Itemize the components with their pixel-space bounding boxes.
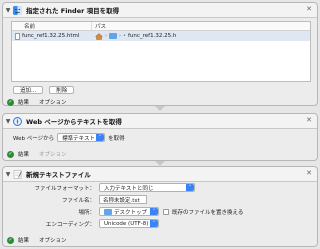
text-format-value: 標準テキスト bbox=[62, 135, 95, 142]
text-format-prefix: Web ページから bbox=[13, 135, 55, 142]
row-path-end: func_ref1.32.25.h bbox=[127, 33, 177, 39]
close-icon[interactable]: ✕ bbox=[306, 5, 312, 13]
replace-existing-label: 既存のファイルを置き換える bbox=[172, 210, 244, 216]
html-file-icon bbox=[15, 32, 20, 40]
results-tab[interactable]: 結果 bbox=[18, 150, 29, 158]
safari-icon bbox=[13, 116, 22, 126]
path-ellipsis: • bbox=[123, 33, 126, 39]
text-format-row: Web ページから 標準テキスト ⌃ を取得 bbox=[13, 133, 125, 142]
chevron-down-icon: ⌃ bbox=[150, 208, 158, 215]
file-format-popup[interactable]: 入力テキストと同じ ⌃ bbox=[99, 183, 195, 192]
action-title: 新規テキストファイル bbox=[26, 171, 91, 179]
chevron-down-icon: ⌃ bbox=[96, 134, 105, 141]
row-name: func_ref1.32.25.html bbox=[22, 33, 80, 39]
action-title: Web ページからテキストを取得 bbox=[26, 118, 122, 126]
disclosure-triangle-icon[interactable]: ▼ bbox=[3, 171, 13, 178]
close-icon[interactable]: ✕ bbox=[306, 116, 312, 124]
options-tab[interactable]: オプション bbox=[39, 98, 67, 106]
finder-items-table[interactable]: 名前 パス func_ref1.32.25.html › › • func_re… bbox=[11, 21, 311, 82]
file-format-label: ファイルフォーマット： bbox=[34, 186, 95, 192]
action-header[interactable]: ▼ 指定された Finder 項目を取得 ✕ bbox=[3, 3, 317, 18]
path-separator-icon: › bbox=[105, 33, 107, 39]
column-header-path[interactable]: パス bbox=[92, 22, 310, 30]
disclosure-triangle-icon[interactable]: ▼ bbox=[3, 7, 13, 14]
results-tab[interactable]: 結果 bbox=[18, 98, 29, 106]
desktop-folder-icon bbox=[104, 208, 112, 215]
row-path-cell: › › • func_ref1.32.25.h bbox=[92, 32, 310, 40]
close-icon[interactable]: ✕ bbox=[306, 169, 312, 177]
table-buttons: 追加... 削除 bbox=[13, 86, 75, 94]
checkmark-icon: ✓ bbox=[7, 236, 14, 244]
column-header-name[interactable]: 名前 bbox=[12, 22, 92, 30]
action-footer: ✓ 結果 オプション bbox=[3, 97, 67, 107]
chevron-down-icon: ⌃ bbox=[186, 184, 194, 191]
action-footer: ✓ 結果 オプション bbox=[3, 235, 67, 245]
text-format-suffix: を取得 bbox=[108, 135, 125, 142]
replace-existing-checkbox[interactable] bbox=[163, 209, 169, 215]
action-footer: ✓ 結果 オプション bbox=[3, 149, 67, 159]
add-button[interactable]: 追加... bbox=[13, 86, 44, 94]
checkmark-icon: ✓ bbox=[7, 98, 14, 106]
table-row[interactable]: func_ref1.32.25.html › › • func_ref1.32.… bbox=[12, 31, 310, 41]
action-new-text-file[interactable]: ▼ 新規テキストファイル ✕ ファイルフォーマット： 入力テキストと同じ ⌃ フ… bbox=[2, 166, 318, 247]
textedit-icon bbox=[13, 169, 22, 179]
results-tab[interactable]: 結果 bbox=[18, 236, 29, 244]
encoding-value: Unicode (UTF-8) bbox=[104, 220, 149, 227]
remove-button[interactable]: 削除 bbox=[49, 86, 75, 94]
file-format-value: 入力テキストと同じ bbox=[104, 185, 154, 192]
disclosure-triangle-icon[interactable]: ▼ bbox=[3, 118, 13, 125]
options-tab[interactable]: オプション bbox=[39, 150, 67, 158]
finder-icon bbox=[13, 5, 22, 15]
action-get-finder-items[interactable]: ▼ 指定された Finder 項目を取得 ✕ 名前 パス func_ref1.3… bbox=[2, 2, 318, 106]
checkmark-icon: ✓ bbox=[7, 150, 14, 158]
action-header[interactable]: ▼ 新規テキストファイル ✕ bbox=[3, 167, 317, 182]
replace-existing-row: 既存のファイルを置き換える bbox=[163, 208, 243, 216]
location-label: 場所： bbox=[78, 210, 95, 216]
encoding-popup[interactable]: Unicode (UTF-8) ⌃ bbox=[99, 219, 159, 228]
workflow-connector bbox=[155, 106, 165, 111]
options-tab[interactable]: オプション bbox=[39, 236, 67, 244]
chevron-down-icon: ⌃ bbox=[150, 220, 158, 227]
filename-label: ファイル名： bbox=[61, 198, 95, 204]
encoding-label: エンコーディング： bbox=[45, 222, 95, 228]
row-name-cell: func_ref1.32.25.html bbox=[12, 32, 92, 40]
action-title: 指定された Finder 項目を取得 bbox=[26, 7, 120, 15]
location-popup[interactable]: デスクトップ ⌃ bbox=[99, 207, 159, 216]
table-header: 名前 パス bbox=[12, 22, 310, 31]
location-value: デスクトップ bbox=[114, 209, 148, 216]
path-separator-icon: › bbox=[119, 33, 121, 39]
filename-field[interactable]: 名称未設定.txt bbox=[99, 195, 147, 204]
action-get-text-from-webpage[interactable]: ▼ Web ページからテキストを取得 ✕ Web ページから 標準テキスト ⌃ … bbox=[2, 113, 318, 161]
folder-icon bbox=[109, 33, 117, 39]
action-header[interactable]: ▼ Web ページからテキストを取得 ✕ bbox=[3, 114, 317, 129]
home-icon bbox=[94, 32, 104, 40]
text-format-popup[interactable]: 標準テキスト ⌃ bbox=[57, 133, 106, 142]
